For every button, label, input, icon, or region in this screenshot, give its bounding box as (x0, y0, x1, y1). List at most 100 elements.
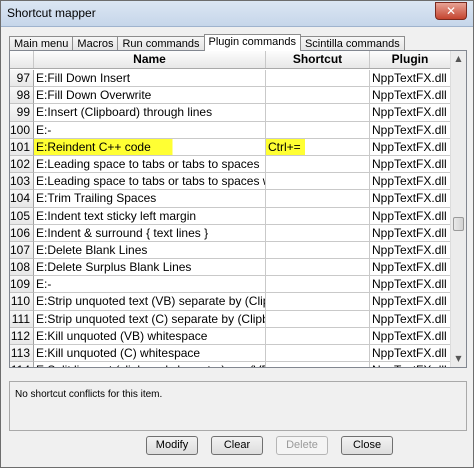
table-row[interactable]: 108 E:Delete Surplus Blank Lines NppTextFX… (10, 259, 451, 277)
plugin-cell[interactable]: NppTextFX.dll (370, 259, 451, 277)
shortcut-cell[interactable] (266, 345, 370, 363)
command-name-cell[interactable]: E:Strip unquoted text (C) separate by (C… (34, 310, 266, 328)
plugin-cell[interactable]: NppTextFX.dll (370, 138, 451, 156)
plugin-cell[interactable]: NppTextFX.dll (370, 310, 451, 328)
row-number: 106 (10, 224, 34, 242)
header-plugin[interactable]: Plugin (370, 51, 451, 68)
command-name-cell[interactable]: E:Kill unquoted (C) whitespace (34, 345, 266, 363)
plugin-cell[interactable]: NppTextFX.dll (370, 276, 451, 294)
close-window-button[interactable]: ✕ (435, 2, 467, 20)
delete-button[interactable]: Delete (276, 436, 328, 455)
shortcut-cell[interactable] (266, 121, 370, 139)
header-shortcut[interactable]: Shortcut (266, 51, 370, 68)
command-name-cell[interactable]: E:Indent text sticky left margin (34, 207, 266, 225)
title-bar[interactable]: Shortcut mapper ✕ (1, 1, 473, 27)
plugin-cell[interactable]: NppTextFX.dll (370, 190, 451, 208)
header-name[interactable]: Name (34, 51, 266, 68)
command-name-cell[interactable]: E:Indent & surround { text lines } (34, 224, 266, 242)
modify-button[interactable]: Modify (146, 436, 198, 455)
row-number: 111 (10, 310, 34, 328)
command-name-cell[interactable]: E:Insert (Clipboard) through lines (34, 104, 266, 122)
table-row[interactable]: 110 E:Strip unquoted text (VB) separate b… (10, 293, 451, 311)
table-row[interactable]: 104 E:Trim Trailing Spaces NppTextFX.dll (10, 190, 451, 208)
scroll-down-icon[interactable]: ▼ (451, 351, 466, 367)
tab-run-commands[interactable]: Run commands (117, 36, 205, 51)
header-row-number (10, 51, 34, 68)
shortcut-cell[interactable] (266, 70, 370, 88)
tab-main-menu[interactable]: Main menu (9, 36, 74, 51)
row-number: 108 (10, 259, 34, 277)
table-row[interactable]: 99 E:Insert (Clipboard) through lines NppT… (10, 104, 451, 122)
shortcut-cell[interactable] (266, 104, 370, 122)
shortcut-cell[interactable] (266, 241, 370, 260)
table-row[interactable]: 97 E:Fill Down Insert NppTextFX.dll (10, 70, 451, 88)
plugin-cell[interactable]: NppTextFX.dll (370, 362, 451, 367)
close-button[interactable]: Close (341, 436, 393, 455)
plugin-cell[interactable]: NppTextFX.dll (370, 207, 451, 225)
shortcut-cell[interactable] (266, 259, 370, 277)
shortcut-cell[interactable] (266, 87, 370, 105)
shortcut-cell[interactable] (266, 362, 370, 367)
plugin-cell[interactable]: NppTextFX.dll (370, 173, 451, 191)
table-row[interactable]: 98 E:Fill Down Overwrite NppTextFX.dll (10, 87, 451, 105)
table-row[interactable]: 102 E:Leading space to tabs or tabs to sp… (10, 155, 451, 174)
table-row[interactable]: 112 E:Kill unquoted (VB) whitespace NppTex… (10, 327, 451, 345)
plugin-cell[interactable]: NppTextFX.dll (370, 327, 451, 345)
scroll-thumb[interactable] (453, 217, 464, 231)
shortcut-cell[interactable] (266, 327, 370, 345)
plugin-cell[interactable]: NppTextFX.dll (370, 224, 451, 242)
plugin-cell[interactable]: NppTextFX.dll (370, 241, 451, 260)
table-row[interactable]: 100 E:- NppTextFX.dll (10, 121, 451, 139)
grid-rows: 97 E:Fill Down Insert NppTextFX.dll 98 E:Fil… (10, 70, 451, 367)
table-row[interactable]: 106 E:Indent & surround { text lines } Npp… (10, 224, 451, 242)
plugin-cell[interactable]: NppTextFX.dll (370, 121, 451, 139)
command-name-cell[interactable]: E:Split lines at (clipboard character) o… (34, 362, 266, 367)
table-row[interactable]: 103 E:Leading space to tabs or tabs to sp… (10, 173, 451, 191)
command-name-cell[interactable]: E:- (34, 276, 266, 294)
table-row[interactable]: 105 E:Indent text sticky left margin NppTe… (10, 207, 451, 225)
command-name-cell[interactable]: E:Strip unquoted text (VB) separate by (… (34, 293, 266, 311)
vertical-scrollbar[interactable]: ▲ ▼ (450, 51, 466, 367)
plugin-cell[interactable]: NppTextFX.dll (370, 70, 451, 88)
shortcut-cell[interactable] (266, 207, 370, 225)
row-number: 112 (10, 327, 34, 345)
table-row[interactable]: 113 E:Kill unquoted (C) whitespace NppText… (10, 345, 451, 363)
shortcut-cell[interactable] (266, 173, 370, 191)
shortcut-cell[interactable] (266, 310, 370, 328)
command-name-cell[interactable]: E:Delete Surplus Blank Lines (34, 259, 266, 277)
plugin-cell[interactable]: NppTextFX.dll (370, 345, 451, 363)
shortcut-cell[interactable]: Ctrl+= (266, 138, 370, 156)
shortcut-mapper-window: Shortcut mapper ✕ Main menu Macros Run c… (0, 0, 474, 468)
command-name-cell[interactable]: E:- (34, 121, 266, 139)
tab-plugin-commands[interactable]: Plugin commands (203, 34, 301, 51)
tab-macros[interactable]: Macros (72, 36, 119, 51)
command-name-cell[interactable]: E:Reindent C++ code (34, 138, 266, 156)
shortcut-cell[interactable] (266, 224, 370, 242)
tab-scintilla-commands[interactable]: Scintilla commands (299, 36, 405, 51)
shortcut-cell[interactable] (266, 190, 370, 208)
command-name-cell[interactable]: E:Trim Trailing Spaces (34, 190, 266, 208)
plugin-cell[interactable]: NppTextFX.dll (370, 293, 451, 311)
command-name-cell[interactable]: E:Fill Down Overwrite (34, 87, 266, 105)
command-name-cell[interactable]: E:Leading space to tabs or tabs to space… (34, 173, 266, 191)
command-name-cell[interactable]: E:Leading space to tabs or tabs to space… (34, 155, 266, 174)
table-row[interactable]: 107 E:Delete Blank Lines NppTextFX.dll (10, 241, 451, 260)
command-name-cell[interactable]: E:Kill unquoted (VB) whitespace (34, 327, 266, 345)
table-row[interactable]: 111 E:Strip unquoted text (C) separate by… (10, 310, 451, 328)
shortcut-cell[interactable] (266, 155, 370, 174)
table-row[interactable]: 109 E:- NppTextFX.dll (10, 276, 451, 294)
plugin-cell[interactable]: NppTextFX.dll (370, 104, 451, 122)
shortcut-cell[interactable] (266, 276, 370, 294)
scroll-up-icon[interactable]: ▲ (451, 51, 466, 67)
shortcut-cell[interactable] (266, 293, 370, 311)
plugin-cell[interactable]: NppTextFX.dll (370, 87, 451, 105)
table-row[interactable]: 101 E:Reindent C++ code Ctrl+= NppTextFX.dl… (10, 138, 451, 156)
shortcut-grid[interactable]: Name Shortcut Plugin 97 E:Fill Down Inser… (9, 50, 467, 368)
conflict-info-box: No shortcut conflicts for this item. (9, 381, 467, 431)
table-row[interactable]: 114E:Split lines at (clipboard character… (10, 362, 451, 367)
clear-button[interactable]: Clear (211, 436, 263, 455)
plugin-cell[interactable]: NppTextFX.dll (370, 155, 451, 174)
command-name-cell[interactable]: E:Delete Blank Lines (34, 241, 266, 260)
command-name-cell[interactable]: E:Fill Down Insert (34, 70, 266, 88)
row-number: 110 (10, 293, 34, 311)
